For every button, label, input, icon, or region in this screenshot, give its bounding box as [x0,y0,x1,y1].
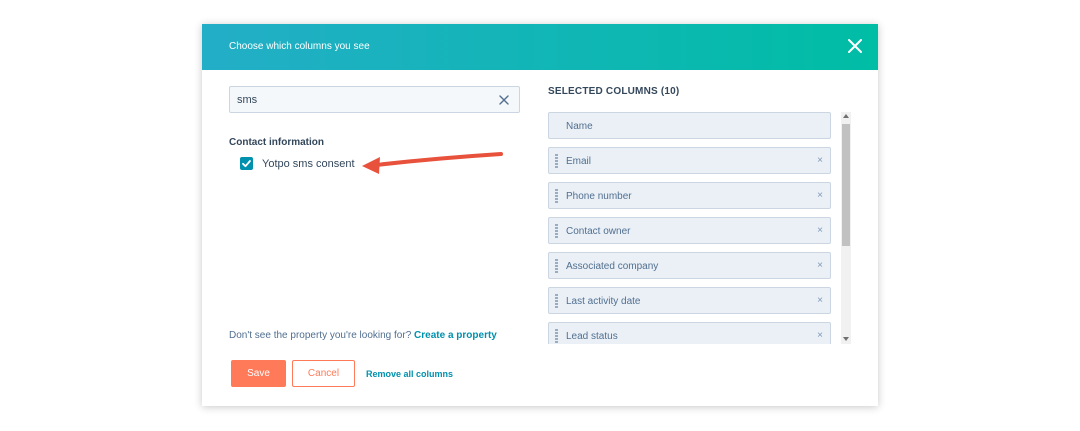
close-icon[interactable] [847,38,863,54]
column-item-name: Name [548,112,831,139]
clear-icon[interactable] [499,95,509,105]
drag-handle-icon[interactable] [555,224,558,238]
checkbox-checked[interactable] [240,157,253,170]
modal-footer: Save Cancel Remove all columns [231,360,453,387]
remove-column-icon[interactable]: × [817,295,823,306]
cancel-button[interactable]: Cancel [292,360,355,387]
modal-header: Choose which columns you see [202,24,878,70]
column-item-last-activity-date[interactable]: Last activity date × [548,287,831,314]
remove-column-icon[interactable]: × [817,330,823,341]
scroll-down-icon[interactable] [843,337,849,341]
column-label: Name [566,121,593,132]
annotation-arrow-icon [362,152,503,174]
remove-column-icon[interactable]: × [817,190,823,201]
option-label[interactable]: Yotpo sms consent [262,158,355,170]
column-label: Email [566,156,592,167]
remove-all-columns-link[interactable]: Remove all columns [366,369,453,379]
modal-title: Choose which columns you see [229,41,370,52]
drag-handle-icon[interactable] [555,189,558,203]
column-label: Lead status [566,331,618,342]
column-label: Associated company [566,261,659,272]
column-label: Contact owner [566,226,631,237]
column-item-associated-company[interactable]: Associated company × [548,252,831,279]
drag-handle-icon[interactable] [555,154,558,168]
remove-column-icon[interactable]: × [817,260,823,271]
property-hint: Don't see the property you're looking fo… [229,330,497,341]
selected-columns-title: SELECTED COLUMNS (10) [548,86,680,97]
save-button[interactable]: Save [231,360,286,387]
checkmark-icon [242,160,251,168]
drag-handle-icon[interactable] [555,294,558,308]
selected-columns-panel: SELECTED COLUMNS (10) Name Email × Phone… [548,86,853,344]
column-label: Phone number [566,191,632,202]
search-value[interactable]: sms [237,94,257,106]
selected-columns-list[interactable]: Name Email × Phone number × Contact owne… [548,112,832,344]
scrollbar-thumb[interactable] [842,124,850,246]
create-property-link[interactable]: Create a property [414,330,497,341]
remove-column-icon[interactable]: × [817,155,823,166]
search-input[interactable]: sms [229,86,520,113]
column-label: Last activity date [566,296,641,307]
column-list-scrollbar[interactable] [841,112,851,344]
scroll-up-icon[interactable] [843,114,849,118]
group-label: Contact information [229,137,324,148]
hint-text: Don't see the property you're looking fo… [229,330,412,341]
column-chooser-modal: Choose which columns you see sms Contact… [202,24,878,406]
column-item-email[interactable]: Email × [548,147,831,174]
column-item-contact-owner[interactable]: Contact owner × [548,217,831,244]
drag-handle-icon[interactable] [555,259,558,273]
remove-column-icon[interactable]: × [817,225,823,236]
column-item-lead-status[interactable]: Lead status × [548,322,831,344]
column-item-phone-number[interactable]: Phone number × [548,182,831,209]
drag-handle-icon[interactable] [555,329,558,343]
